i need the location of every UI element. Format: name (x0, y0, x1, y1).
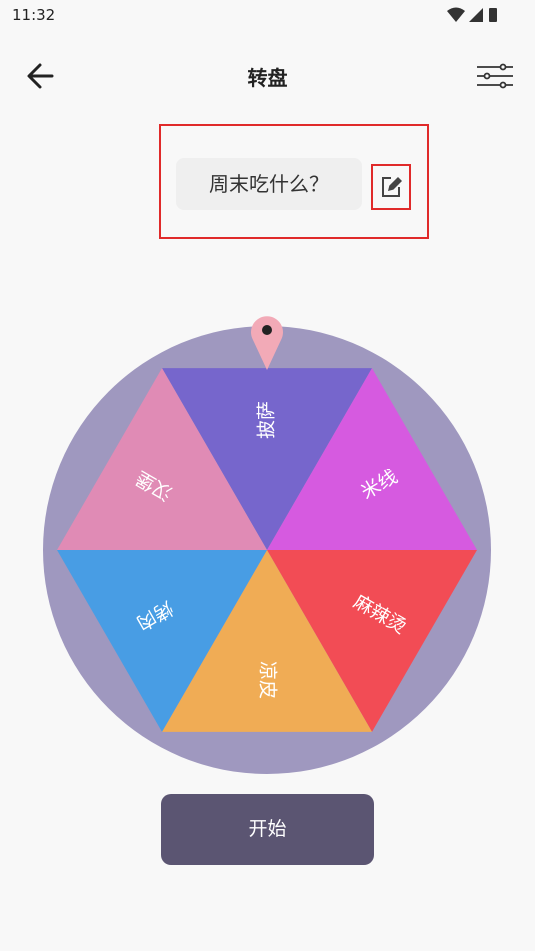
wheel-slice-label: 披萨 (256, 401, 278, 439)
top-bar: 转盘 (0, 48, 535, 104)
spin-wheel[interactable]: 披萨米线麻辣烫凉皮烤肉汉堡 (0, 300, 535, 780)
question-text: 周末吃什么？ (176, 158, 362, 210)
wheel-slice-label: 凉皮 (257, 661, 279, 699)
question-area: 周末吃什么？ (159, 124, 429, 239)
status-icons (445, 6, 505, 28)
start-button[interactable]: 开始 (161, 794, 374, 865)
status-time: 11:32 (12, 6, 56, 24)
signal-icon (469, 8, 483, 22)
edit-icon (382, 176, 402, 197)
wifi-icon (447, 7, 465, 22)
settings-button[interactable] (475, 58, 515, 94)
edit-question-button[interactable] (371, 164, 411, 210)
status-bar: 11:32 (0, 0, 535, 30)
page-title: 转盘 (247, 66, 288, 90)
battery-icon (489, 8, 497, 22)
sliders-icon (477, 63, 513, 89)
